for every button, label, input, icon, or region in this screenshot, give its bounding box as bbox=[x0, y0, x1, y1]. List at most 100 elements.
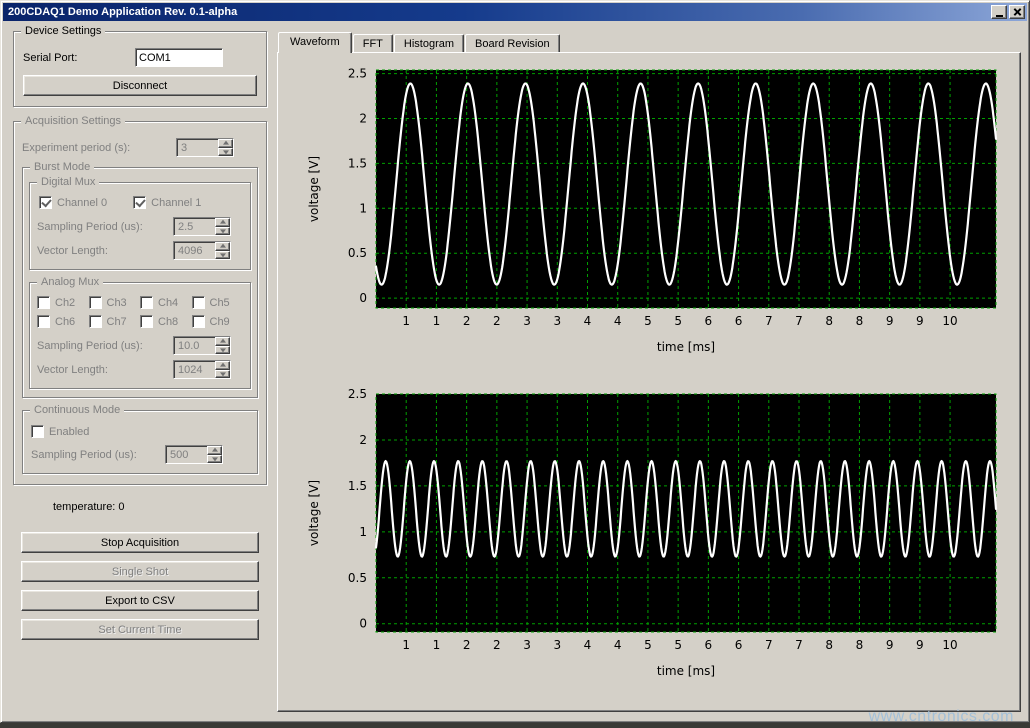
enabled-label: Enabled bbox=[49, 426, 89, 438]
display-panel: Waveform FFT Histogram Board Revision 1 1… bbox=[277, 31, 1021, 713]
enabled-checkbox: Enabled bbox=[31, 425, 249, 438]
analog-vector-length-value: 1024 bbox=[174, 361, 215, 378]
ch5-checkbox-box bbox=[192, 296, 205, 309]
ch8-checkbox-box bbox=[140, 315, 153, 328]
ch2-label: Ch2 bbox=[55, 297, 75, 309]
spinner-buttons bbox=[215, 361, 230, 378]
svg-text:4: 4 bbox=[584, 314, 592, 328]
svg-text:time [ms]: time [ms] bbox=[657, 664, 715, 678]
tab-fft[interactable]: FFT bbox=[353, 34, 393, 52]
spin-down-icon bbox=[215, 227, 230, 236]
export-to-csv-button[interactable]: Export to CSV bbox=[21, 590, 259, 611]
svg-text:5: 5 bbox=[674, 638, 682, 652]
svg-text:0: 0 bbox=[359, 617, 367, 631]
acquisition-settings-group: Acquisition Settings Experiment period (… bbox=[13, 121, 267, 485]
spin-up-icon bbox=[218, 139, 233, 148]
experiment-period-label: Experiment period (s): bbox=[22, 142, 176, 154]
temperature-status: temperature: 0 bbox=[53, 501, 267, 513]
spin-down-icon bbox=[215, 370, 230, 379]
svg-text:1: 1 bbox=[433, 314, 441, 328]
svg-text:1: 1 bbox=[402, 638, 410, 652]
analog-mux-legend: Analog Mux bbox=[37, 276, 103, 288]
checkbox-ch9: Ch9 bbox=[192, 315, 244, 328]
ch6-label: Ch6 bbox=[55, 316, 75, 328]
spin-down-icon bbox=[207, 455, 222, 464]
channel-0-checkbox-box bbox=[39, 196, 52, 209]
spin-down-icon bbox=[215, 251, 230, 260]
waveform-chart-bottom: 1122334455667788991000.511.522.5voltage … bbox=[288, 389, 1004, 689]
analog-vector-length-label: Vector Length: bbox=[37, 364, 173, 376]
ch4-checkbox-box bbox=[140, 296, 153, 309]
spinner-buttons bbox=[218, 139, 233, 156]
tab-histogram[interactable]: Histogram bbox=[394, 34, 464, 52]
experiment-period-row: Experiment period (s): 3 bbox=[22, 138, 258, 157]
ch5-label: Ch5 bbox=[210, 297, 230, 309]
svg-text:5: 5 bbox=[644, 314, 652, 328]
digital-sampling-period-value: 2.5 bbox=[174, 218, 215, 235]
analog-sampling-period-row: Sampling Period (us): 10.0 bbox=[37, 336, 243, 355]
svg-text:3: 3 bbox=[523, 638, 531, 652]
svg-text:5: 5 bbox=[644, 638, 652, 652]
serial-port-row: Serial Port: COM1 bbox=[23, 48, 257, 67]
spin-down-icon bbox=[218, 148, 233, 157]
serial-port-label: Serial Port: bbox=[23, 52, 135, 64]
settings-panel: Device Settings Serial Port: COM1 Discon… bbox=[13, 31, 267, 640]
action-buttons: Stop Acquisition Single Shot Export to C… bbox=[13, 532, 267, 640]
ch4-label: Ch4 bbox=[158, 297, 178, 309]
svg-text:2: 2 bbox=[463, 638, 471, 652]
svg-text:2: 2 bbox=[493, 638, 501, 652]
minimize-button[interactable] bbox=[991, 5, 1007, 19]
close-button[interactable] bbox=[1009, 5, 1025, 19]
channel-1-label: Channel 1 bbox=[151, 197, 201, 209]
continuous-mode-legend: Continuous Mode bbox=[30, 404, 124, 416]
digital-mux-legend: Digital Mux bbox=[37, 176, 99, 188]
waveform-chart-top: 1122334455667788991000.511.522.5voltage … bbox=[288, 65, 1004, 365]
analog-channels-grid: Ch2 Ch3 Ch4 Ch5 Ch6 Ch7 Ch8 Ch9 bbox=[37, 296, 243, 328]
spin-down-icon bbox=[215, 346, 230, 355]
spinner-buttons bbox=[215, 337, 230, 354]
channel-1-checkbox: Channel 1 bbox=[133, 196, 201, 209]
tab-waveform[interactable]: Waveform bbox=[278, 32, 352, 53]
digital-vector-length-label: Vector Length: bbox=[37, 245, 173, 257]
svg-text:7: 7 bbox=[795, 638, 803, 652]
spin-up-icon bbox=[215, 218, 230, 227]
burst-mode-legend: Burst Mode bbox=[30, 161, 94, 173]
window-title: 200CDAQ1 Demo Application Rev. 0.1-alpha bbox=[8, 6, 989, 18]
svg-text:7: 7 bbox=[765, 314, 773, 328]
spin-up-icon bbox=[207, 446, 222, 455]
set-current-time-button: Set Current Time bbox=[21, 619, 259, 640]
checkbox-ch5: Ch5 bbox=[192, 296, 244, 309]
svg-text:0: 0 bbox=[359, 291, 367, 305]
title-bar[interactable]: 200CDAQ1 Demo Application Rev. 0.1-alpha bbox=[3, 3, 1027, 21]
channel-0-checkbox: Channel 0 bbox=[39, 196, 107, 209]
svg-text:time [ms]: time [ms] bbox=[657, 340, 715, 354]
svg-text:1: 1 bbox=[402, 314, 410, 328]
checkbox-ch7: Ch7 bbox=[89, 315, 141, 328]
svg-text:8: 8 bbox=[856, 314, 864, 328]
svg-text:1.5: 1.5 bbox=[348, 479, 367, 493]
continuous-mode-group: Continuous Mode Enabled Sampling Period … bbox=[22, 410, 258, 474]
app-window: 200CDAQ1 Demo Application Rev. 0.1-alpha… bbox=[0, 0, 1030, 723]
ch9-checkbox-box bbox=[192, 315, 205, 328]
svg-text:7: 7 bbox=[795, 314, 803, 328]
svg-text:4: 4 bbox=[614, 314, 622, 328]
svg-text:5: 5 bbox=[674, 314, 682, 328]
svg-text:voltage [V]: voltage [V] bbox=[307, 156, 321, 222]
analog-sampling-period-value: 10.0 bbox=[174, 337, 215, 354]
digital-sampling-period-row: Sampling Period (us): 2.5 bbox=[37, 217, 243, 236]
stop-acquisition-button[interactable]: Stop Acquisition bbox=[21, 532, 259, 553]
tab-board-revision[interactable]: Board Revision bbox=[465, 34, 560, 52]
disconnect-button[interactable]: Disconnect bbox=[23, 75, 257, 96]
serial-port-input[interactable]: COM1 bbox=[135, 48, 223, 67]
svg-text:1: 1 bbox=[433, 638, 441, 652]
device-settings-group: Device Settings Serial Port: COM1 Discon… bbox=[13, 31, 267, 107]
svg-text:1.5: 1.5 bbox=[348, 156, 367, 170]
svg-text:2.5: 2.5 bbox=[348, 389, 367, 401]
spin-up-icon bbox=[215, 242, 230, 251]
svg-text:10: 10 bbox=[942, 638, 957, 652]
svg-text:9: 9 bbox=[886, 638, 894, 652]
enabled-checkbox-box bbox=[31, 425, 44, 438]
waveform-tab-panel: 1122334455667788991000.511.522.5voltage … bbox=[277, 52, 1021, 712]
svg-text:3: 3 bbox=[523, 314, 531, 328]
digital-sampling-period-spinner: 2.5 bbox=[173, 217, 231, 236]
